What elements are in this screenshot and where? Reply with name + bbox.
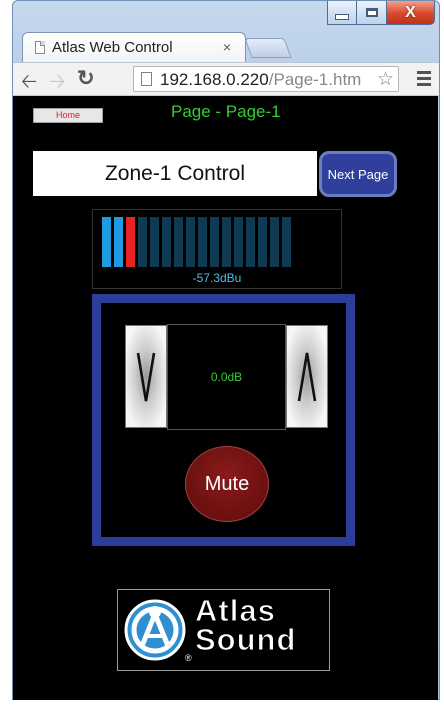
page-icon <box>141 72 152 86</box>
logo-line-1: Atlas <box>194 593 276 628</box>
meter-segment <box>114 217 123 267</box>
home-button[interactable]: Home <box>33 108 103 123</box>
meter-segment <box>222 217 231 267</box>
meter-bars <box>102 217 291 267</box>
meter-segment <box>258 217 267 267</box>
zone-label: Zone-1 Control <box>33 151 317 196</box>
volume-up-icon <box>297 352 317 401</box>
volume-up-button[interactable] <box>286 325 328 428</box>
volume-level: 0.0dB <box>167 324 286 430</box>
meter-value: -57.3dBu <box>192 271 242 285</box>
meter-segment <box>246 217 255 267</box>
page-viewport: Home Page - Page-1 Zone-1 Control Next P… <box>13 96 438 700</box>
window-controls: X <box>327 1 435 25</box>
tab-close-icon[interactable]: × <box>223 39 231 55</box>
url-host: 192.168.0.220 <box>160 70 269 89</box>
maximize-button[interactable] <box>357 1 387 25</box>
tab-title: Atlas Web Control <box>52 39 173 56</box>
meter-segment <box>150 217 159 267</box>
atlas-logo-mark-icon <box>124 599 186 661</box>
atlas-sound-logo: Atlas Sound ® <box>117 589 330 671</box>
meter-segment <box>282 217 291 267</box>
close-window-button[interactable]: X <box>387 1 435 25</box>
star-icon[interactable]: ☆ <box>377 68 394 91</box>
meter-segment <box>234 217 243 267</box>
url-text[interactable]: 192.168.0.220/Page-1.htm <box>160 70 372 90</box>
logo-wordmark: Atlas Sound <box>194 593 297 657</box>
volume-control-panel: 0.0dB Mute <box>92 294 355 546</box>
registered-mark: ® <box>185 653 192 663</box>
meter-segment <box>186 217 195 267</box>
minimize-icon <box>335 13 349 20</box>
page-title: Page - Page-1 <box>171 102 281 121</box>
volume-down-button[interactable] <box>125 325 167 428</box>
meter-segment <box>138 217 147 267</box>
meter-segment <box>102 217 111 267</box>
menu-icon[interactable] <box>417 71 431 89</box>
logo-line-2: Sound <box>194 622 297 657</box>
mute-button[interactable]: Mute <box>185 446 269 522</box>
browser-toolbar: 🡠 🡢 ↻ 192.168.0.220/Page-1.htm ☆ <box>13 62 439 96</box>
meter-segment <box>210 217 219 267</box>
meter-segment <box>126 217 135 267</box>
minimize-button[interactable] <box>327 1 357 25</box>
meter-segment <box>270 217 279 267</box>
reload-icon[interactable]: ↻ <box>77 66 95 91</box>
new-tab-button[interactable] <box>244 38 292 58</box>
meter-segment <box>198 217 207 267</box>
meter-segment <box>174 217 183 267</box>
meter-segment <box>162 217 171 267</box>
next-page-button[interactable]: Next Page <box>319 151 397 197</box>
maximize-icon <box>365 8 378 17</box>
level-meter: -57.3dBu <box>92 209 342 289</box>
url-path: /Page-1.htm <box>268 70 362 89</box>
page-icon <box>35 41 45 54</box>
volume-down-icon <box>136 352 156 401</box>
address-bar[interactable]: 192.168.0.220/Page-1.htm ☆ <box>133 66 399 92</box>
browser-tab[interactable]: Atlas Web Control × <box>22 32 246 62</box>
close-icon: X <box>405 3 416 21</box>
